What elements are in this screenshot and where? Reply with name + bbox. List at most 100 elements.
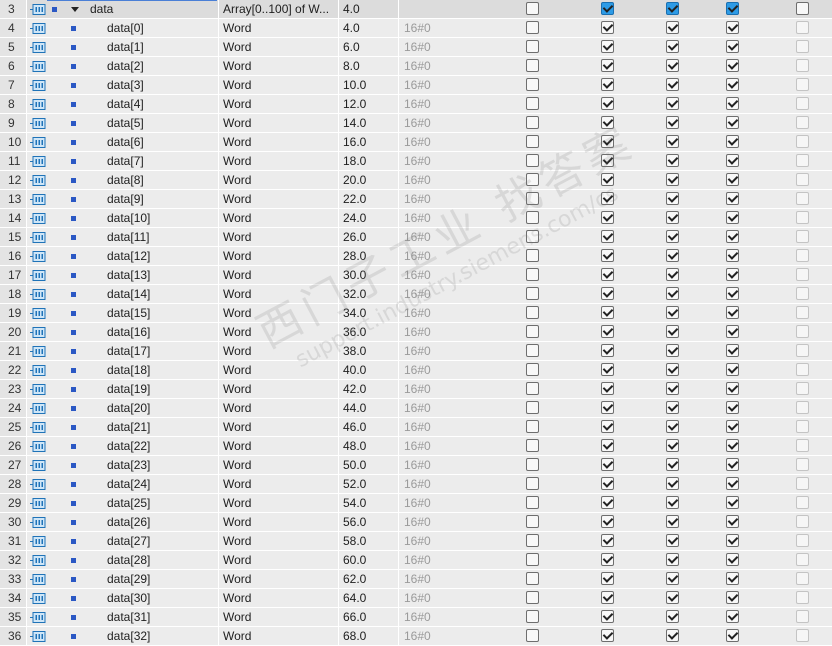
default-value[interactable]: 16#0 — [398, 190, 498, 208]
writable-from-hmi-checkbox[interactable] — [666, 344, 679, 357]
data-type[interactable]: Word — [218, 285, 337, 303]
setpoint-checkbox[interactable] — [796, 40, 809, 53]
retain-checkbox[interactable] — [526, 591, 539, 604]
retain-checkbox[interactable] — [526, 382, 539, 395]
data-type[interactable]: Word — [218, 304, 337, 322]
retain-checkbox[interactable] — [526, 135, 539, 148]
tag-name[interactable]: data[11] — [107, 228, 234, 246]
writable-from-hmi-checkbox[interactable] — [666, 59, 679, 72]
accessible-from-hmi-checkbox[interactable] — [601, 363, 614, 376]
tag-name[interactable]: data[18] — [107, 361, 234, 379]
default-value[interactable]: 16#0 — [398, 171, 498, 189]
data-type[interactable]: Word — [218, 247, 337, 265]
default-value[interactable]: 16#0 — [398, 95, 498, 113]
table-row[interactable]: 13 data[9] Word 22.0 16#0 — [0, 190, 832, 209]
accessible-from-hmi-checkbox[interactable] — [601, 325, 614, 338]
visible-in-hmi-checkbox[interactable] — [726, 363, 739, 376]
writable-from-hmi-checkbox[interactable] — [666, 401, 679, 414]
start-value[interactable]: 12.0 — [338, 95, 398, 113]
accessible-from-hmi-checkbox[interactable] — [601, 534, 614, 547]
writable-from-hmi-checkbox[interactable] — [666, 553, 679, 566]
default-value[interactable]: 16#0 — [398, 570, 498, 588]
writable-from-hmi-checkbox[interactable] — [666, 192, 679, 205]
tag-name[interactable]: data[3] — [107, 76, 234, 94]
tag-name[interactable]: data[9] — [107, 190, 234, 208]
writable-from-hmi-checkbox[interactable] — [666, 78, 679, 91]
retain-checkbox[interactable] — [526, 477, 539, 490]
accessible-from-hmi-checkbox[interactable] — [601, 591, 614, 604]
visible-in-hmi-checkbox[interactable] — [726, 154, 739, 167]
table-row[interactable]: 11 data[7] Word 18.0 16#0 — [0, 152, 832, 171]
tag-name[interactable]: data[29] — [107, 570, 234, 588]
accessible-from-hmi-checkbox[interactable] — [601, 40, 614, 53]
writable-from-hmi-checkbox[interactable] — [666, 116, 679, 129]
accessible-from-hmi-checkbox[interactable] — [601, 610, 614, 623]
default-value[interactable]: 16#0 — [398, 437, 498, 455]
setpoint-checkbox[interactable] — [796, 534, 809, 547]
data-type[interactable]: Word — [218, 95, 337, 113]
setpoint-checkbox[interactable] — [796, 553, 809, 566]
writable-from-hmi-checkbox[interactable] — [666, 173, 679, 186]
default-value[interactable]: 16#0 — [398, 323, 498, 341]
tag-name[interactable]: data[4] — [107, 95, 234, 113]
default-value[interactable]: 16#0 — [398, 228, 498, 246]
tag-name[interactable]: data[21] — [107, 418, 234, 436]
default-value[interactable]: 16#0 — [398, 152, 498, 170]
start-value[interactable]: 40.0 — [338, 361, 398, 379]
tag-name[interactable]: data[6] — [107, 133, 234, 151]
setpoint-checkbox[interactable] — [796, 629, 809, 642]
start-value[interactable]: 36.0 — [338, 323, 398, 341]
writable-from-hmi-checkbox[interactable] — [666, 496, 679, 509]
start-value[interactable]: 30.0 — [338, 266, 398, 284]
visible-in-hmi-checkbox[interactable] — [726, 192, 739, 205]
retain-checkbox[interactable] — [526, 458, 539, 471]
visible-in-hmi-checkbox[interactable] — [726, 21, 739, 34]
accessible-from-hmi-checkbox[interactable] — [601, 268, 614, 281]
tag-name[interactable]: data[12] — [107, 247, 234, 265]
start-value[interactable]: 56.0 — [338, 513, 398, 531]
setpoint-checkbox[interactable] — [796, 135, 809, 148]
setpoint-checkbox[interactable] — [796, 306, 809, 319]
setpoint-checkbox[interactable] — [796, 496, 809, 509]
data-type[interactable]: Word — [218, 114, 337, 132]
accessible-from-hmi-checkbox[interactable] — [601, 382, 614, 395]
retain-checkbox[interactable] — [526, 249, 539, 262]
default-value[interactable]: 16#0 — [398, 266, 498, 284]
retain-checkbox[interactable] — [526, 211, 539, 224]
tag-name[interactable]: data[28] — [107, 551, 234, 569]
default-value[interactable]: 16#0 — [398, 19, 498, 37]
setpoint-checkbox[interactable] — [796, 477, 809, 490]
table-row[interactable]: 34 data[30] Word 64.0 16#0 — [0, 589, 832, 608]
retain-checkbox[interactable] — [526, 40, 539, 53]
visible-in-hmi-checkbox[interactable] — [726, 40, 739, 53]
table-row[interactable]: 27 data[23] Word 50.0 16#0 — [0, 456, 832, 475]
tag-name[interactable]: data[19] — [107, 380, 234, 398]
accessible-from-hmi-checkbox[interactable] — [601, 173, 614, 186]
start-value[interactable]: 6.0 — [338, 38, 398, 56]
table-row[interactable]: 23 data[19] Word 42.0 16#0 — [0, 380, 832, 399]
accessible-from-hmi-checkbox[interactable] — [601, 515, 614, 528]
retain-checkbox[interactable] — [526, 363, 539, 376]
visible-in-hmi-checkbox[interactable] — [726, 2, 739, 15]
retain-checkbox[interactable] — [526, 401, 539, 414]
table-row[interactable]: 31 data[27] Word 58.0 16#0 — [0, 532, 832, 551]
setpoint-checkbox[interactable] — [796, 591, 809, 604]
start-value[interactable]: 14.0 — [338, 114, 398, 132]
visible-in-hmi-checkbox[interactable] — [726, 401, 739, 414]
visible-in-hmi-checkbox[interactable] — [726, 306, 739, 319]
default-value[interactable]: 16#0 — [398, 209, 498, 227]
setpoint-checkbox[interactable] — [796, 420, 809, 433]
tag-name[interactable]: data[10] — [107, 209, 234, 227]
tag-name[interactable]: data[23] — [107, 456, 234, 474]
visible-in-hmi-checkbox[interactable] — [726, 211, 739, 224]
setpoint-checkbox[interactable] — [796, 230, 809, 243]
start-value[interactable]: 58.0 — [338, 532, 398, 550]
retain-checkbox[interactable] — [526, 287, 539, 300]
writable-from-hmi-checkbox[interactable] — [666, 287, 679, 300]
start-value[interactable]: 4.0 — [338, 0, 398, 18]
table-row[interactable]: 6 data[2] Word 8.0 16#0 — [0, 57, 832, 76]
start-value[interactable]: 66.0 — [338, 608, 398, 626]
writable-from-hmi-checkbox[interactable] — [666, 572, 679, 585]
data-type[interactable]: Word — [218, 456, 337, 474]
table-row[interactable]: 21 data[17] Word 38.0 16#0 — [0, 342, 832, 361]
